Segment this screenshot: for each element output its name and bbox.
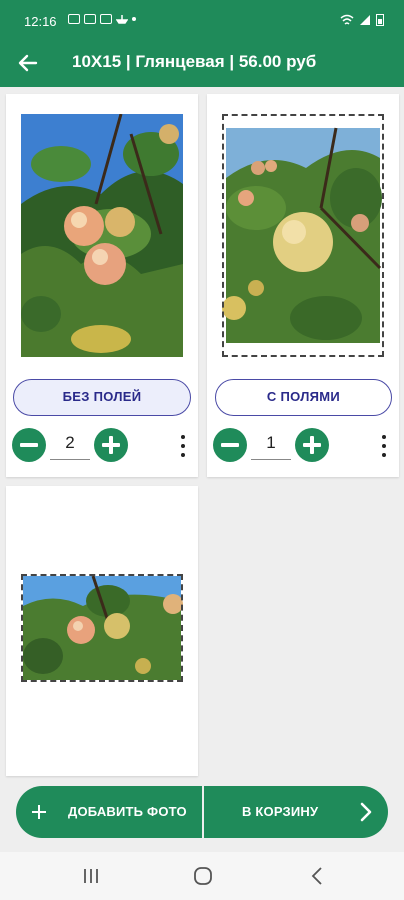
- minus-icon: [20, 443, 38, 447]
- wifi-icon: [340, 14, 354, 25]
- add-photo-label: ДОБАВИТЬ ФОТО: [68, 804, 187, 819]
- home-icon[interactable]: [193, 866, 213, 886]
- app-bar: 10X15 | Глянцевая | 56.00 руб: [0, 40, 404, 87]
- battery-icon: [376, 14, 384, 26]
- photo-card-1: БЕЗ ПОЛЕЙ 2: [6, 94, 198, 477]
- photo-preview[interactable]: [222, 114, 384, 357]
- back-nav-icon[interactable]: [311, 867, 323, 885]
- recents-icon[interactable]: [82, 868, 100, 884]
- status-time: 12:16: [24, 14, 57, 29]
- mail-notification-icon: [84, 14, 96, 24]
- page-title: 10X15 | Глянцевая | 56.00 руб: [72, 52, 317, 71]
- quantity-field[interactable]: 1: [251, 430, 291, 460]
- add-photo-button[interactable]: ДОБАВИТЬ ФОТО: [16, 786, 202, 838]
- signal-icon: [360, 14, 370, 25]
- chevron-right-icon: [360, 802, 372, 822]
- photo-preview[interactable]: [21, 114, 183, 357]
- no-borders-button[interactable]: БЕЗ ПОЛЕЙ: [13, 379, 191, 416]
- status-bar: 12:16: [0, 0, 404, 40]
- photo-card-2: С ПОЛЯМИ 1: [207, 94, 399, 477]
- more-vertical-icon[interactable]: [379, 434, 389, 458]
- minus-icon: [221, 443, 239, 447]
- photo-preview[interactable]: [21, 574, 183, 682]
- decrease-quantity-button[interactable]: [12, 428, 46, 462]
- photo-notification-icon: [68, 14, 80, 24]
- apple-tree-photo-landscape: [21, 574, 183, 682]
- decrease-quantity-button[interactable]: [213, 428, 247, 462]
- boat-notification-icon: [116, 15, 128, 24]
- apple-tree-photo-with-borders: [222, 114, 384, 357]
- notification-icons: [68, 14, 136, 24]
- back-arrow-icon[interactable]: [16, 51, 40, 75]
- quantity-field[interactable]: 2: [50, 430, 90, 460]
- add-to-cart-button[interactable]: В КОРЗИНУ: [204, 786, 388, 838]
- with-borders-button[interactable]: С ПОЛЯМИ: [215, 379, 392, 416]
- bottom-action-bar: ДОБАВИТЬ ФОТО В КОРЗИНУ: [16, 786, 388, 838]
- more-notifications-dot-icon: [132, 17, 136, 21]
- system-navigation-bar: [0, 852, 404, 900]
- more-vertical-icon[interactable]: [178, 434, 188, 458]
- add-to-cart-label: В КОРЗИНУ: [242, 804, 319, 819]
- increase-quantity-button[interactable]: [94, 428, 128, 462]
- system-icons: [340, 13, 384, 26]
- increase-quantity-button[interactable]: [295, 428, 329, 462]
- mail-notification-icon-2: [100, 14, 112, 24]
- photo-card-3: [6, 486, 198, 776]
- apple-tree-photo: [21, 114, 183, 357]
